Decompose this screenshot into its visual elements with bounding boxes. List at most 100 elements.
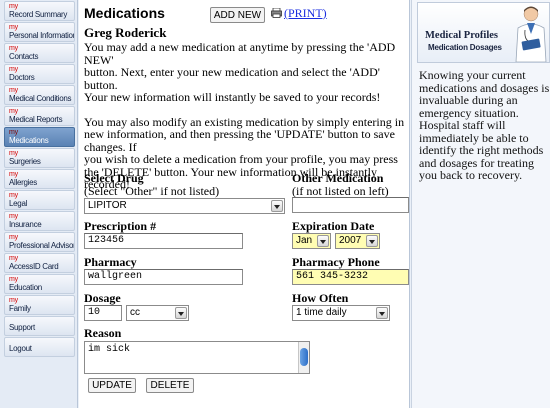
dosage-label: Dosage: [84, 291, 121, 305]
title-bar: Medications ADD NEW (PRINT): [84, 5, 409, 23]
sidebar-item-medications[interactable]: my Medications: [4, 127, 75, 147]
sidebar-item-medical-conditions[interactable]: my Medical Conditions: [4, 85, 75, 105]
sidebar-item-label: Personal Information: [9, 31, 75, 40]
sidebar-item-label: Contacts: [9, 52, 39, 61]
sidebar-item-insurance[interactable]: my Insurance: [4, 211, 75, 231]
sidebar-item-medical-reports[interactable]: my Medical Reports: [4, 106, 75, 126]
sidebar-item-label: Surgeries: [9, 157, 41, 166]
user-name: Greg Roderick: [84, 25, 167, 40]
sidebar-item-label: Insurance: [9, 220, 42, 229]
other-medication-hint: (if not listed on left): [292, 184, 389, 198]
nav-my-prefix: my: [9, 45, 18, 52]
sidebar-item-label: Logout: [9, 344, 32, 353]
banner-title: Medical Profiles: [425, 30, 498, 41]
sidebar-item-label: Medications: [9, 136, 49, 145]
sidebar-item-label: AccessID Card: [9, 262, 59, 271]
sidebar-item-label: Family: [9, 304, 31, 313]
nav-my-prefix: my: [9, 192, 18, 199]
pharmacy-input[interactable]: wallgreen: [84, 269, 243, 285]
intro-line: You may add a new medication at anytime …: [84, 40, 396, 67]
sidebar-item-allergies[interactable]: my Allergies: [4, 169, 75, 189]
nav-my-prefix: my: [9, 66, 18, 73]
sidebar-item-label: Professional Advisor: [9, 241, 75, 250]
reason-text: im sick: [88, 344, 131, 355]
dosage-input[interactable]: 10: [84, 305, 122, 321]
dosage-unit-value: cc: [130, 307, 140, 318]
sidebar-nav: my Record Summary my Personal Information …: [0, 0, 78, 408]
nav-my-prefix: my: [9, 87, 18, 94]
other-medication-input[interactable]: [292, 197, 409, 213]
chevron-down-icon: [175, 307, 187, 319]
nav-my-prefix: my: [9, 129, 18, 136]
print-link[interactable]: (PRINT): [271, 6, 327, 21]
sidebar-item-support[interactable]: Support: [4, 316, 75, 336]
chevron-down-icon: [317, 235, 329, 247]
chevron-down-icon: [271, 200, 283, 212]
reason-label: Reason: [84, 326, 122, 340]
sidebar-item-accessid-card[interactable]: my AccessID Card: [4, 253, 75, 273]
delete-button[interactable]: DELETE: [146, 378, 194, 393]
expiration-month-value: Jan: [296, 235, 313, 246]
nav-my-prefix: my: [9, 255, 18, 262]
info-panel: Medical Profiles Medication Dosages Know…: [411, 0, 550, 408]
nav-my-prefix: my: [9, 276, 18, 283]
intro-line: button. Next, enter your new medication …: [84, 65, 380, 92]
nav-my-prefix: my: [9, 150, 18, 157]
printer-icon: [271, 8, 282, 18]
sidebar-item-label: Education: [9, 283, 42, 292]
sidebar-item-surgeries[interactable]: my Surgeries: [4, 148, 75, 168]
nav-my-prefix: my: [9, 3, 18, 10]
chevron-down-icon: [366, 235, 378, 247]
how-often-label: How Often: [292, 291, 349, 305]
prescription-label: Prescription #: [84, 219, 157, 233]
drug-select-value: LIPITOR: [88, 200, 127, 211]
info-text: Knowing your current medications and dos…: [419, 68, 550, 182]
expiration-year-value: 2007: [339, 235, 362, 246]
sidebar-item-family[interactable]: my Family: [4, 295, 75, 315]
page-title: Medications: [84, 5, 165, 21]
banner-subtitle: Medication Dosages: [428, 43, 502, 52]
intro-line: Your new information will instantly be s…: [84, 90, 381, 104]
reason-textarea[interactable]: im sick: [84, 341, 310, 374]
sidebar-item-label: Record Summary: [9, 10, 68, 19]
sidebar-item-contacts[interactable]: my Contacts: [4, 43, 75, 63]
expiration-year-select[interactable]: 2007: [335, 233, 380, 249]
intro-text: You may add a new medication at anytime …: [84, 41, 410, 104]
nav-my-prefix: my: [9, 171, 18, 178]
sidebar-item-legal[interactable]: my Legal: [4, 190, 75, 210]
scroll-thumb[interactable]: [300, 348, 308, 366]
sidebar-item-record-summary[interactable]: my Record Summary: [4, 1, 75, 21]
sidebar-item-label: Legal: [9, 199, 28, 208]
update-button[interactable]: UPDATE: [88, 378, 136, 393]
expiration-month-select[interactable]: Jan: [292, 233, 331, 249]
reason-scrollbar[interactable]: [298, 342, 309, 373]
sidebar-item-logout[interactable]: Logout: [4, 337, 75, 357]
pharmacy-phone-label: Pharmacy Phone: [292, 255, 380, 269]
doctor-illustration: [515, 6, 547, 62]
sidebar-item-personal-information[interactable]: my Personal Information: [4, 22, 75, 42]
instructions-line: You may also modify an existing medicati…: [84, 114, 405, 154]
how-often-select[interactable]: 1 time daily: [292, 305, 390, 321]
nav-my-prefix: my: [9, 24, 18, 31]
sidebar-item-label: Medical Conditions: [9, 94, 72, 103]
pharmacy-phone-input[interactable]: 561 345-3232: [292, 269, 409, 285]
add-new-button[interactable]: ADD NEW: [210, 7, 265, 23]
nav-my-prefix: my: [9, 297, 18, 304]
nav-my-prefix: my: [9, 108, 18, 115]
select-drug-hint: (Select "Other" if not listed): [84, 184, 220, 198]
sidebar-item-professional-advisor[interactable]: my Professional Advisor: [4, 232, 75, 252]
sidebar-item-label: Allergies: [9, 178, 37, 187]
dosage-unit-select[interactable]: cc: [126, 305, 189, 321]
drug-select[interactable]: LIPITOR: [84, 198, 285, 214]
sidebar-item-label: Medical Reports: [9, 115, 63, 124]
sidebar-item-label: Doctors: [9, 73, 35, 82]
medical-profiles-banner: Medical Profiles Medication Dosages: [417, 2, 550, 63]
pharmacy-label: Pharmacy: [84, 255, 137, 269]
prescription-input[interactable]: 123456: [84, 233, 243, 249]
nav-my-prefix: my: [9, 213, 18, 220]
sidebar-item-education[interactable]: my Education: [4, 274, 75, 294]
nav-my-prefix: my: [9, 234, 18, 241]
sidebar-item-doctors[interactable]: my Doctors: [4, 64, 75, 84]
print-label: (PRINT): [284, 6, 327, 20]
how-often-value: 1 time daily: [296, 307, 347, 318]
